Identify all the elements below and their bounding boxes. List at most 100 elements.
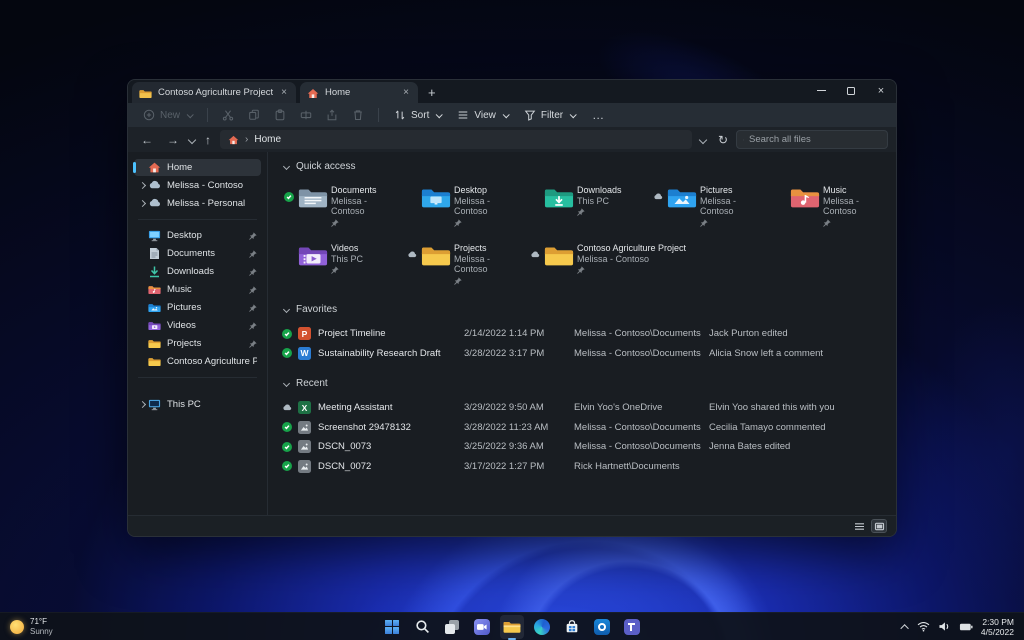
rename-button[interactable] <box>294 107 318 123</box>
address-dropdown-chevron-icon[interactable] <box>698 135 708 144</box>
minimize-button[interactable] <box>806 80 836 101</box>
folder-icon <box>421 247 451 266</box>
new-button[interactable]: New <box>136 107 199 123</box>
sort-button[interactable]: Sort <box>387 107 448 123</box>
file-row-screenshot-29478132[interactable]: Screenshot 29478132 3/28/2022 11:23 AM M… <box>280 418 896 438</box>
pin-icon <box>454 276 462 285</box>
file-row-sustainability-research-draft[interactable]: W Sustainability Research Draft 3/28/202… <box>280 344 896 364</box>
clock-date: 4/5/2022 <box>980 626 1014 637</box>
cut-button[interactable] <box>216 107 240 123</box>
rename-icon <box>300 110 312 120</box>
section-header-quick-access[interactable]: Quick access <box>282 158 896 174</box>
share-button[interactable] <box>320 107 344 123</box>
onedrive-cloud-icon <box>149 198 160 207</box>
tile-contoso-agriculture-project[interactable]: Contoso Agriculture Project Melissa - Con… <box>526 239 772 289</box>
file-row-dscn-0072[interactable]: DSCN_0072 3/17/2022 1:27 PM Rick Hartnet… <box>280 457 896 477</box>
section-header-recent[interactable]: Recent <box>282 375 896 391</box>
image-file-icon <box>298 459 311 473</box>
large-icons-view-button[interactable] <box>871 519 887 533</box>
synced-badge-icon <box>282 441 292 452</box>
chevron-right-icon[interactable] <box>138 400 146 409</box>
tile-documents[interactable]: Documents Melissa - Contoso <box>280 181 403 231</box>
store-icon <box>566 620 578 633</box>
tile-projects[interactable]: Projects Melissa - Contoso <box>403 239 526 289</box>
file-row-meeting-assistant[interactable]: X Meeting Assistant 3/29/2022 9:50 AM El… <box>280 398 896 418</box>
breadcrumb-item-home[interactable]: Home <box>254 134 281 145</box>
view-icon <box>459 111 468 119</box>
chat-icon <box>474 618 490 635</box>
wifi-icon[interactable] <box>917 621 930 632</box>
see-more-button[interactable]: … <box>584 108 613 122</box>
tab-label: Contoso Agriculture Project <box>158 87 274 98</box>
taskbar: 71°F Sunny 2:30 PM 4/5/2022 <box>0 612 1024 640</box>
volume-icon[interactable] <box>938 621 951 632</box>
tab-strip: Contoso Agriculture Project × Home × + × <box>128 80 896 103</box>
battery-icon[interactable] <box>959 622 973 632</box>
clock[interactable]: 2:30 PM 4/5/2022 <box>981 617 1014 637</box>
file-row-dscn-0073[interactable]: DSCN_0073 3/25/2022 9:36 AM Melissa - Co… <box>280 437 896 457</box>
microsoft-store-button[interactable] <box>560 615 584 639</box>
search-box[interactable] <box>736 130 888 149</box>
breadcrumb[interactable]: › Home <box>220 130 692 149</box>
status-bar <box>128 515 896 536</box>
refresh-button[interactable]: ↻ <box>714 133 732 147</box>
sidebar-item-pictures[interactable]: Pictures <box>134 299 261 316</box>
sidebar-item-onedrive-contoso[interactable]: Melissa - Contoso <box>134 177 261 194</box>
tile-desktop[interactable]: Desktop Melissa - Contoso <box>403 181 526 231</box>
details-view-button[interactable] <box>852 520 866 532</box>
chat-button[interactable] <box>470 615 494 639</box>
tile-pictures[interactable]: Pictures Melissa - Contoso <box>649 181 772 231</box>
file-explorer-button[interactable] <box>500 614 524 640</box>
forward-button[interactable]: → <box>162 133 184 147</box>
chevron-down-icon <box>282 379 291 387</box>
sidebar-item-projects[interactable]: Projects <box>134 335 261 352</box>
teams-button[interactable] <box>620 615 644 639</box>
quick-access-grid: Documents Melissa - Contoso Desktop Meliss… <box>280 181 896 289</box>
filter-button[interactable]: Filter <box>517 107 582 123</box>
search-input[interactable] <box>749 134 881 145</box>
edge-button[interactable] <box>530 615 554 639</box>
sidebar-item-onedrive-personal[interactable]: Melissa - Personal <box>134 195 261 212</box>
sidebar-item-desktop[interactable]: Desktop <box>134 227 261 244</box>
sidebar-item-videos[interactable]: Videos <box>134 317 261 334</box>
outlook-button[interactable] <box>590 615 614 639</box>
start-button[interactable] <box>380 615 404 639</box>
tab-home[interactable]: Home × <box>299 82 418 103</box>
breadcrumb-separator-icon: › <box>245 134 249 145</box>
sidebar-item-downloads[interactable]: Downloads <box>134 263 261 280</box>
paste-button[interactable] <box>268 107 292 123</box>
tile-music[interactable]: Music Melissa - Contoso <box>772 181 895 231</box>
new-tab-button[interactable]: + <box>418 83 446 103</box>
tab-close-icon[interactable]: × <box>401 87 411 98</box>
delete-button[interactable] <box>346 107 370 123</box>
sidebar-item-home[interactable]: Home <box>133 159 261 176</box>
back-button[interactable]: ← <box>136 133 158 147</box>
chevron-right-icon[interactable] <box>138 181 146 190</box>
section-header-favorites[interactable]: Favorites <box>282 301 896 317</box>
hidden-icons-chevron-icon[interactable] <box>900 623 909 633</box>
tile-downloads[interactable]: Downloads This PC <box>526 181 649 231</box>
up-button[interactable]: ↑ <box>200 133 216 147</box>
weather-widget[interactable]: 71°F Sunny <box>0 613 63 640</box>
videos-folder-icon <box>148 322 161 330</box>
sidebar-item-this-pc[interactable]: This PC <box>134 396 261 413</box>
close-button[interactable]: × <box>866 80 896 101</box>
tab-contoso-agriculture-project[interactable]: Contoso Agriculture Project × <box>132 82 296 103</box>
sidebar-item-documents[interactable]: Documents <box>134 245 261 262</box>
task-view-button[interactable] <box>440 615 464 639</box>
sidebar-item-music[interactable]: Music <box>134 281 261 298</box>
file-row-project-timeline[interactable]: P Project Timeline 2/14/2022 1:14 PM Mel… <box>280 324 896 344</box>
content-pane: Quick access Documents Melissa - Contoso … <box>268 152 896 515</box>
outlook-icon <box>594 618 610 635</box>
pin-icon <box>249 267 257 276</box>
recent-locations-chevron-icon[interactable] <box>187 135 197 144</box>
taskbar-search-button[interactable] <box>410 615 434 639</box>
chevron-right-icon[interactable] <box>138 199 146 208</box>
tile-videos[interactable]: Videos This PC <box>280 239 403 289</box>
maximize-button[interactable] <box>836 80 866 101</box>
copy-button[interactable] <box>242 107 266 123</box>
sidebar-item-contoso-agriculture-project[interactable]: Contoso Agriculture Project <box>134 353 261 370</box>
view-button[interactable]: View <box>450 107 515 123</box>
tab-close-icon[interactable]: × <box>279 87 289 98</box>
image-file-icon <box>298 420 311 434</box>
